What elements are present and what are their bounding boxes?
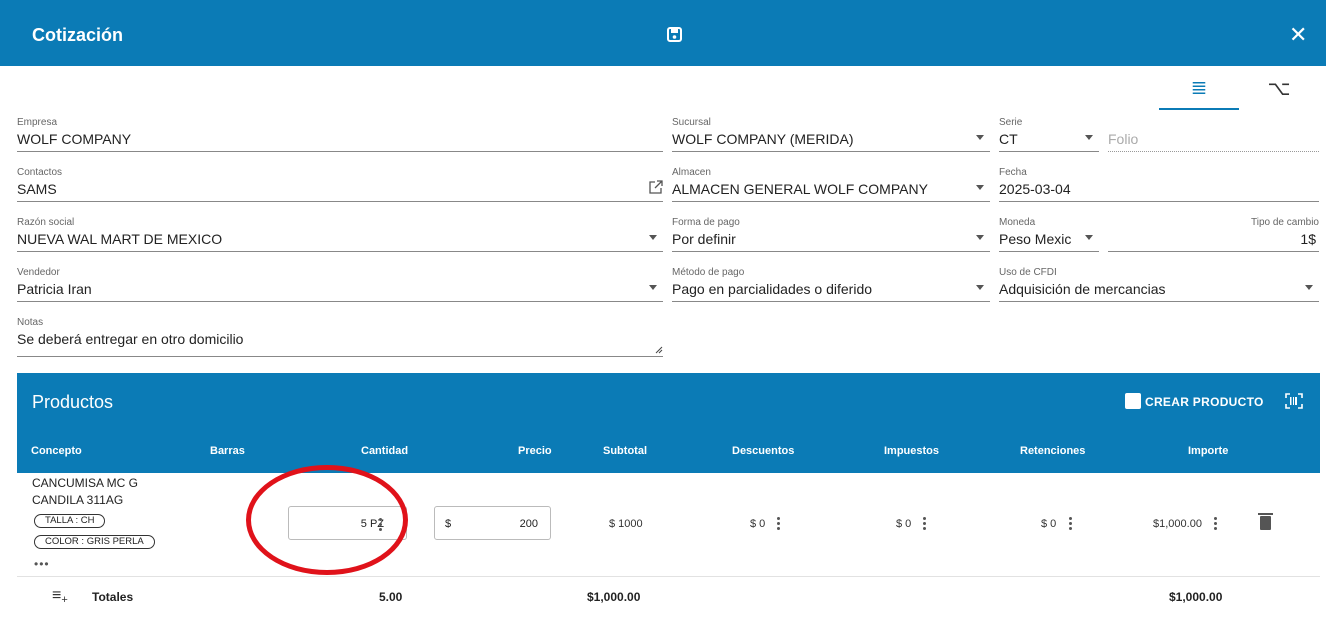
concept-text: CANCUMISA MC G CANDILA 311AG	[32, 476, 139, 507]
serie-value: CT	[999, 131, 1018, 147]
trash-icon[interactable]	[1258, 513, 1273, 530]
notas-textarea[interactable]: Notas Se deberá entregar en otro domicil…	[17, 317, 663, 357]
chevron-down-icon	[976, 135, 984, 140]
subtotal-value: $ 1000	[609, 518, 643, 530]
chevron-down-icon	[1305, 285, 1313, 290]
folio-placeholder: Folio	[1108, 131, 1139, 147]
options-icon: ⌥	[1267, 76, 1291, 100]
empresa-label: Empresa	[17, 117, 58, 128]
table-row: CANCUMISA MC G CANDILA 311AG TALLA : CH …	[17, 473, 1320, 577]
col-precio: Precio	[518, 445, 552, 457]
tipo-cambio-value: 1$	[1300, 231, 1316, 247]
productos-panel: Productos CREAR PRODUCTO Concepto Barras…	[17, 373, 1320, 621]
metodo-pago-label: Método de pago	[672, 267, 745, 278]
uso-cfdi-value: Adquisición de mercancias	[999, 281, 1166, 297]
kebab-menu-icon[interactable]	[923, 517, 927, 532]
metodo-pago-value: Pago en parcialidades o diferido	[672, 281, 873, 297]
forma-pago-label: Forma de pago	[672, 217, 740, 228]
contactos-label: Contactos	[17, 167, 63, 178]
annotation-circle	[246, 465, 408, 575]
tab-options-view[interactable]: ⌥	[1239, 72, 1319, 108]
crear-producto-button[interactable]: CREAR PRODUCTO	[1125, 393, 1264, 409]
resize-handle-icon[interactable]	[655, 346, 663, 354]
forma-pago-value: Por definir	[672, 231, 736, 247]
col-subtotal: Subtotal	[603, 445, 647, 457]
crear-producto-label: CREAR PRODUCTO	[1145, 395, 1264, 409]
tipo-cambio-label: Tipo de cambio	[1251, 217, 1319, 228]
productos-header: Productos CREAR PRODUCTO Concepto Barras…	[17, 373, 1320, 473]
page-title: Cotización	[32, 25, 124, 45]
chevron-down-icon	[1085, 235, 1093, 240]
kebab-menu-icon[interactable]	[1214, 517, 1218, 532]
notas-value: Se deberá entregar en otro domicilio	[17, 331, 244, 347]
moneda-value: Peso Mexic	[999, 231, 1072, 247]
totales-label: Totales	[92, 590, 134, 604]
chip-talla: TALLA : CH	[34, 514, 106, 528]
col-barras: Barras	[210, 445, 245, 457]
col-concepto: Concepto	[31, 445, 82, 457]
retenciones-value: $ 0	[1041, 518, 1057, 530]
barcode-scan-icon[interactable]	[1285, 393, 1303, 409]
add-product-icon	[1125, 393, 1141, 409]
chevron-down-icon	[649, 235, 657, 240]
chevron-down-icon	[976, 185, 984, 190]
notas-label: Notas	[17, 317, 44, 328]
total-importe: $1,000.00	[1169, 590, 1223, 604]
kebab-menu-icon[interactable]	[1069, 517, 1073, 532]
chevron-down-icon	[1085, 135, 1093, 140]
col-importe: Importe	[1188, 445, 1229, 457]
sucursal-label: Sucursal	[672, 117, 711, 128]
contactos-value: SAMS	[17, 181, 57, 197]
total-cantidad: 5.00	[379, 590, 403, 604]
serie-label: Serie	[999, 117, 1023, 128]
kebab-menu-icon[interactable]	[777, 517, 781, 532]
almacen-label: Almacen	[672, 167, 711, 178]
total-subtotal: $1,000.00	[587, 590, 641, 604]
vendedor-label: Vendedor	[17, 267, 60, 278]
precio-input[interactable]: $ 200	[434, 506, 551, 540]
precio-symbol: $	[445, 518, 452, 530]
col-impuestos: Impuestos	[884, 445, 940, 457]
moneda-label: Moneda	[999, 217, 1036, 228]
list-view-icon: ≣	[1190, 77, 1208, 99]
open-external-icon[interactable]	[648, 180, 663, 195]
fecha-value: 2025-03-04	[999, 181, 1071, 197]
vendedor-value: Patricia Iran	[17, 281, 92, 297]
empresa-value: WOLF COMPANY	[17, 131, 132, 147]
col-cantidad: Cantidad	[361, 445, 409, 457]
chevron-down-icon	[976, 285, 984, 290]
descuentos-value: $ 0	[750, 518, 766, 530]
chip-color: COLOR : GRIS PERLA	[34, 535, 155, 549]
col-retenciones: Retenciones	[1020, 445, 1086, 457]
add-row-icon[interactable]: ≡+	[52, 587, 68, 606]
close-icon[interactable]: ✕	[1289, 24, 1307, 46]
almacen-value: ALMACEN GENERAL WOLF COMPANY	[672, 181, 928, 197]
razon-social-value: NUEVA WAL MART DE MEXICO	[17, 231, 223, 247]
uso-cfdi-label: Uso de CFDI	[999, 267, 1057, 278]
more-icon[interactable]: •••	[34, 557, 50, 571]
precio-value: 200	[519, 518, 538, 530]
chevron-down-icon	[649, 285, 657, 290]
col-descuentos: Descuentos	[732, 445, 795, 457]
sucursal-value: WOLF COMPANY (MERIDA)	[672, 131, 854, 147]
chevron-down-icon	[976, 235, 984, 240]
fecha-label: Fecha	[999, 167, 1027, 178]
impuestos-value: $ 0	[896, 518, 912, 530]
razon-social-label: Razón social	[17, 217, 75, 228]
productos-title: Productos	[32, 392, 114, 412]
save-icon[interactable]	[667, 27, 682, 42]
app-header: Cotización ✕	[0, 0, 1326, 66]
importe-value: $1,000.00	[1153, 518, 1202, 530]
tab-list-view[interactable]: ≣	[1159, 72, 1239, 110]
